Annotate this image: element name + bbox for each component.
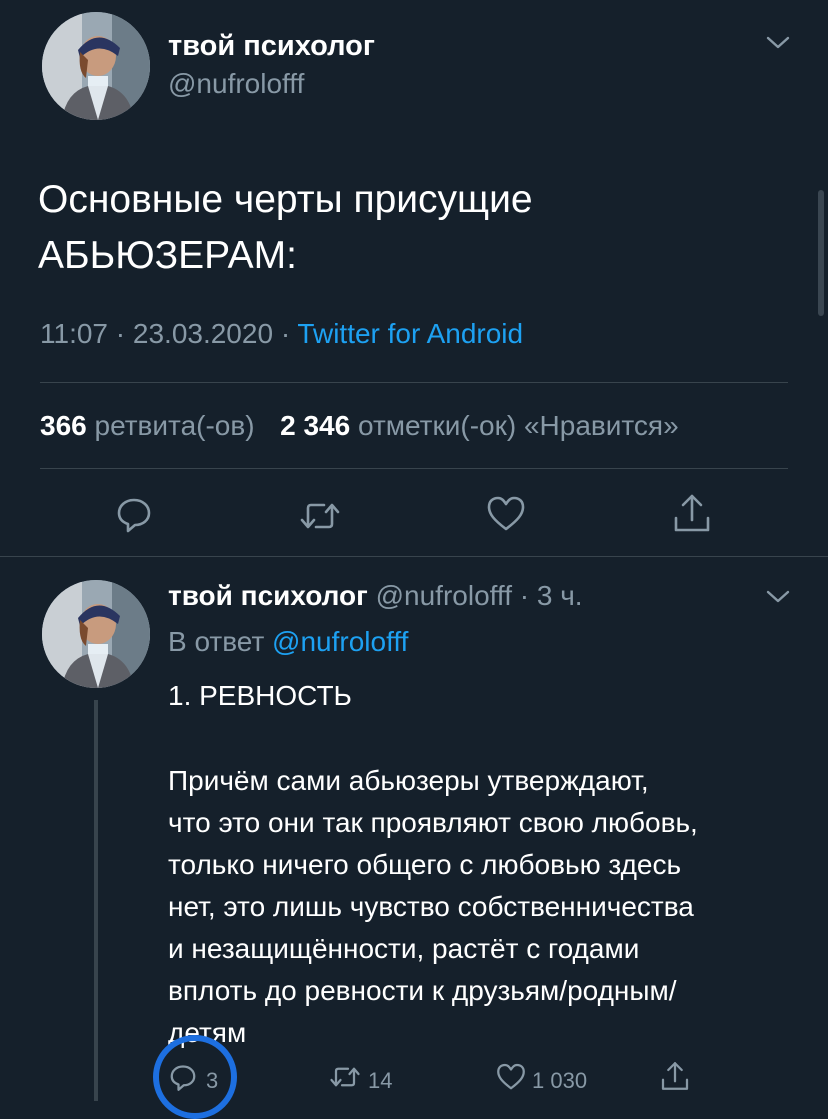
body-line: и незащищённости, растёт с годами bbox=[168, 933, 640, 964]
reply-body: Причём сами абьюзеры утверждают, что это… bbox=[168, 760, 698, 1054]
reply-button[interactable] bbox=[114, 494, 154, 534]
heart-icon bbox=[487, 496, 525, 531]
avatar[interactable] bbox=[42, 580, 150, 688]
reply-context: В ответ @nufrolofff bbox=[168, 626, 408, 658]
retweets-stat[interactable]: 366 ретвита(-ов) bbox=[40, 410, 262, 441]
body-line: Причём сами абьюзеры утверждают, bbox=[168, 765, 649, 796]
heart-icon bbox=[497, 1063, 525, 1090]
body-line: детям bbox=[168, 1017, 247, 1048]
display-name[interactable]: твой психолог bbox=[168, 30, 375, 63]
body-line: что это они так проявляют свою любовь, bbox=[168, 807, 698, 838]
scrollbar[interactable] bbox=[818, 190, 824, 316]
reply-header: твой психолог @nufrolofff · 3 ч. bbox=[168, 580, 583, 612]
retweet-button[interactable] bbox=[298, 496, 342, 536]
like-button[interactable] bbox=[486, 494, 526, 534]
retweet-count: 14 bbox=[368, 1068, 393, 1093]
share-icon bbox=[674, 494, 710, 532]
likes-count: 2 346 bbox=[280, 410, 351, 441]
reply-prefix: В ответ bbox=[168, 626, 265, 657]
display-name[interactable]: твой психолог bbox=[168, 580, 368, 611]
divider bbox=[40, 382, 788, 383]
retweet-icon bbox=[330, 1067, 360, 1087]
retweet-icon bbox=[300, 503, 340, 529]
handle-time[interactable]: @nufrolofff · 3 ч. bbox=[376, 580, 583, 611]
tweet-date: 23.03.2020 bbox=[132, 318, 274, 349]
tweet-text-line: АБЬЮЗЕРАМ: bbox=[38, 234, 297, 277]
divider bbox=[0, 556, 828, 557]
reply-title: 1. РЕВНОСТЬ bbox=[168, 680, 352, 711]
like-button[interactable]: 1 030 bbox=[496, 1060, 606, 1094]
tweet-text: Основные черты присущие АБЬЮЗЕРАМ: bbox=[38, 172, 533, 284]
share-button[interactable] bbox=[672, 492, 712, 534]
meta-separator: · bbox=[280, 318, 291, 349]
thread-line bbox=[94, 700, 98, 1101]
handle[interactable]: @nufrolofff bbox=[168, 68, 304, 100]
divider bbox=[40, 468, 788, 469]
tweet-client-link[interactable]: Twitter for Android bbox=[297, 318, 523, 349]
share-button[interactable] bbox=[660, 1060, 690, 1094]
retweets-count: 366 bbox=[40, 410, 87, 441]
reply-to-link[interactable]: @nufrolofff bbox=[272, 626, 408, 657]
meta-separator: · bbox=[115, 318, 126, 349]
tweet-text-line: Основные черты присущие bbox=[38, 178, 533, 221]
likes-stat[interactable]: 2 346 отметки(-ок) «Нравится» bbox=[280, 410, 679, 441]
reply-icon bbox=[117, 498, 151, 533]
avatar[interactable] bbox=[42, 12, 150, 120]
likes-label: отметки(-ок) «Нравится» bbox=[357, 410, 679, 441]
retweet-button[interactable]: 14 bbox=[328, 1060, 408, 1094]
body-line: нет, это лишь чувство собственничества bbox=[168, 891, 694, 922]
chevron-down-icon[interactable] bbox=[764, 32, 792, 52]
retweets-label: ретвита(-ов) bbox=[94, 410, 255, 441]
tweet-time: 11:07 bbox=[40, 318, 108, 349]
tweet-meta: 11:07 · 23.03.2020 · Twitter for Android bbox=[40, 318, 523, 350]
body-line: вплоть до ревности к друзьям/родным/ bbox=[168, 975, 677, 1006]
chevron-down-icon[interactable] bbox=[764, 586, 792, 606]
reply-count-highlight bbox=[153, 1035, 237, 1119]
tweet-stats: 366 ретвита(-ов) 2 346 отметки(-ок) «Нра… bbox=[40, 410, 679, 442]
body-line: только ничего общего с любовью здесь bbox=[168, 849, 682, 880]
share-icon bbox=[661, 1062, 689, 1090]
like-count: 1 030 bbox=[532, 1068, 588, 1093]
